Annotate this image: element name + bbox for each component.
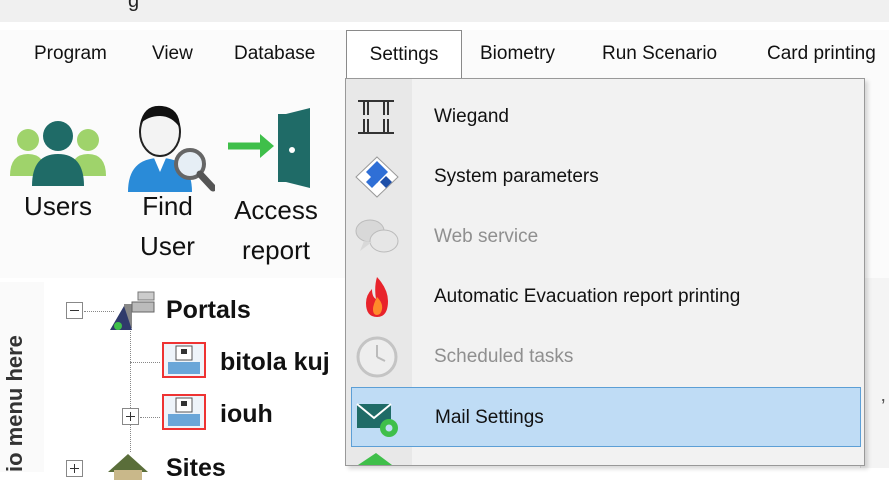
wiegand-icon bbox=[358, 100, 394, 134]
access-report-label-line2: report bbox=[242, 235, 310, 265]
menu-item-automatic-evacuation-report[interactable]: Automatic Evacuation report printing bbox=[346, 267, 864, 327]
menu-item-mail-settings-label: Mail Settings bbox=[435, 407, 544, 428]
settings-dropdown-menu: Wiegand System parameters Web service Au… bbox=[345, 78, 865, 466]
users-icon bbox=[10, 121, 106, 186]
menu-item-scheduled-tasks[interactable]: Scheduled tasks bbox=[346, 327, 864, 387]
menu-item-system-parameters-label: System parameters bbox=[434, 166, 599, 187]
find-user-icon bbox=[128, 105, 215, 192]
menu-item-scheduled-tasks-label: Scheduled tasks bbox=[434, 346, 574, 367]
mail-gear-icon bbox=[356, 403, 398, 437]
side-menu-vertical-label: io menu here bbox=[2, 335, 27, 472]
tree-connector bbox=[130, 328, 131, 452]
menu-item-web-service-label: Web service bbox=[434, 226, 539, 247]
fire-icon bbox=[366, 277, 388, 317]
find-user-label-line1: Find bbox=[142, 191, 193, 221]
iouh-expand-toggle[interactable] bbox=[122, 408, 139, 425]
tree-connector bbox=[140, 417, 160, 418]
chat-bubbles-icon bbox=[355, 219, 399, 253]
portal-camera-icon bbox=[110, 291, 155, 330]
access-door-icon bbox=[228, 108, 310, 188]
find-user-label-line2: User bbox=[140, 231, 195, 261]
access-report-button[interactable]: Access report bbox=[226, 106, 326, 270]
next-item-icon bbox=[358, 453, 392, 465]
window-title-fragment: g bbox=[128, 0, 140, 12]
menu-item-wiegand[interactable]: Wiegand bbox=[346, 87, 864, 147]
menu-program[interactable]: Program bbox=[34, 30, 107, 78]
tree-node-bitola-kuj[interactable]: bitola kuj bbox=[220, 348, 330, 377]
tree-node-portals[interactable]: Portals bbox=[166, 296, 251, 325]
device-icon bbox=[162, 394, 206, 430]
portals-collapse-toggle[interactable] bbox=[66, 302, 83, 319]
users-button[interactable]: Users bbox=[8, 118, 108, 226]
sites-expand-toggle[interactable] bbox=[66, 460, 83, 477]
menu-view[interactable]: View bbox=[152, 30, 193, 78]
menu-bar: Program View Database Settings Biometry … bbox=[0, 30, 889, 80]
menu-item-automatic-evacuation-report-label: Automatic Evacuation report printing bbox=[434, 286, 741, 307]
menu-card-printing[interactable]: Card printing bbox=[767, 30, 876, 78]
tree-node-iouh[interactable]: iouh bbox=[220, 400, 273, 429]
side-menu-panel[interactable]: io menu here bbox=[0, 282, 45, 472]
portal-tree: Portals bitola kuj iouh Sites bbox=[44, 282, 354, 482]
tree-connector bbox=[130, 362, 160, 363]
access-report-label-line1: Access bbox=[234, 195, 318, 225]
tree-node-sites[interactable]: Sites bbox=[166, 454, 226, 483]
users-button-label: Users bbox=[24, 191, 92, 221]
menu-item-web-service[interactable]: Web service bbox=[346, 207, 864, 267]
menu-item-mail-settings[interactable]: Mail Settings bbox=[351, 387, 861, 447]
sites-icon bbox=[108, 454, 148, 480]
menu-biometry[interactable]: Biometry bbox=[480, 30, 555, 78]
menu-item-system-parameters[interactable]: System parameters bbox=[346, 147, 864, 207]
title-bar: g bbox=[0, 0, 889, 22]
right-panel-caption: ’ bbox=[881, 396, 886, 418]
menu-run-scenario[interactable]: Run Scenario bbox=[602, 30, 717, 78]
menu-item-wiegand-label: Wiegand bbox=[434, 106, 509, 127]
find-user-button[interactable]: Find User bbox=[120, 102, 215, 266]
menu-settings[interactable]: Settings bbox=[346, 30, 462, 80]
device-icon bbox=[162, 342, 206, 378]
clock-icon bbox=[356, 336, 398, 378]
diamond-icon bbox=[355, 156, 399, 198]
menu-database[interactable]: Database bbox=[234, 30, 315, 78]
